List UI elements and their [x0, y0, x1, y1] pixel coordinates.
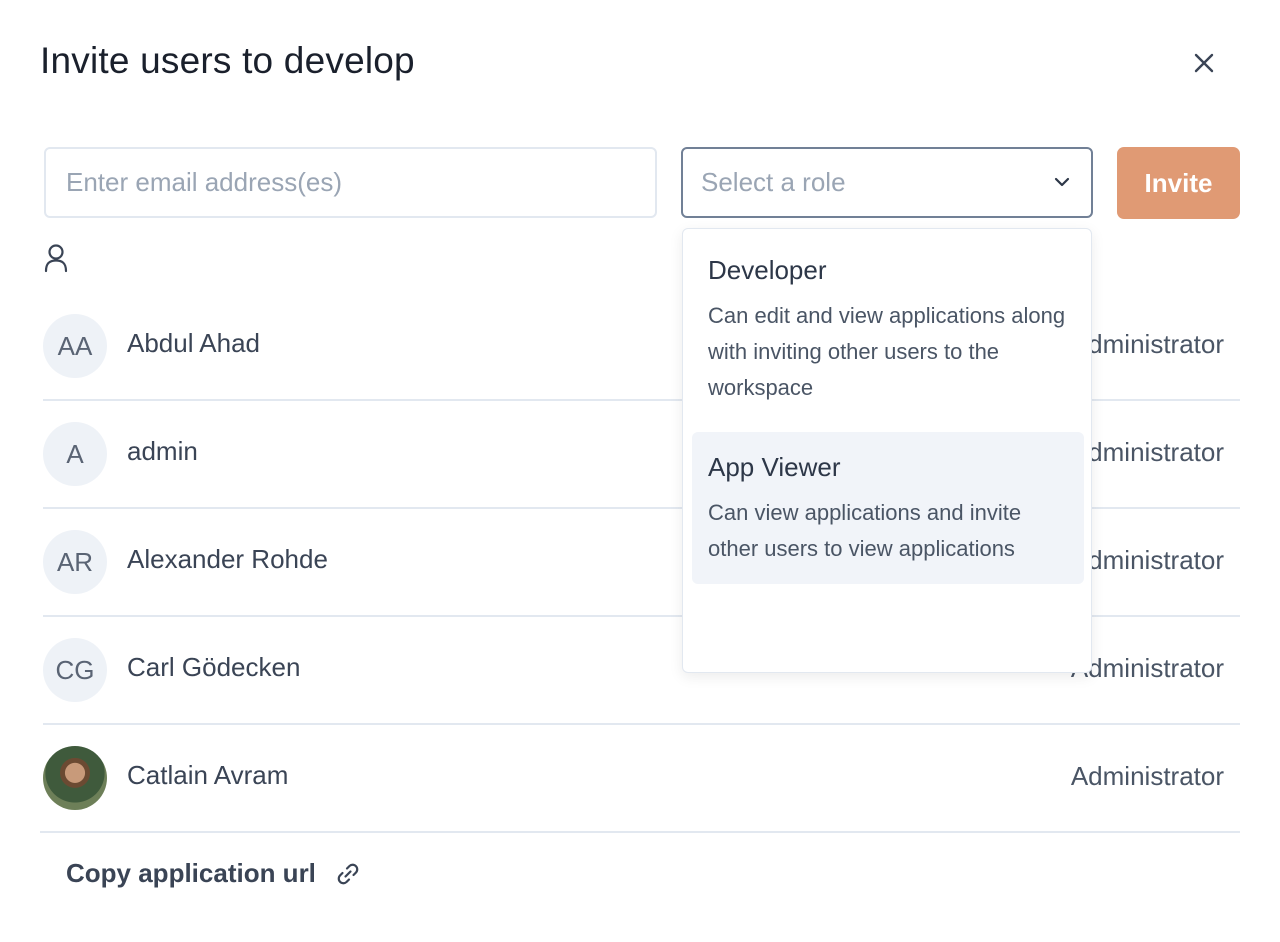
user-name: Alexander Rohde: [127, 544, 328, 574]
role-option-description: Can view applications and invite other u…: [708, 500, 1022, 561]
role-select-placeholder: Select a role: [701, 167, 846, 197]
role-option-app-viewer[interactable]: App Viewer Can view applications and inv…: [692, 432, 1084, 584]
dialog-title: Invite users to develop: [40, 40, 415, 81]
avatar-photo: [43, 746, 107, 810]
user-role: Administrator: [1070, 437, 1224, 467]
role-option-title: App Viewer: [708, 452, 841, 482]
user-name: Abdul Ahad: [127, 328, 261, 358]
role-option-description: Can edit and view applications along wit…: [708, 303, 1066, 400]
close-button[interactable]: [1188, 47, 1220, 79]
chevron-down-icon: [1054, 177, 1070, 187]
user-name: Catlain Avram: [127, 760, 289, 790]
link-icon: [337, 863, 359, 884]
invite-users-dialog: Invite users to develop Select a role In…: [0, 0, 1280, 942]
role-option-title: Developer: [708, 255, 827, 285]
copy-application-url-button[interactable]: Copy application url: [66, 858, 362, 889]
user-row: Catlain Avram Administrator: [40, 725, 1240, 833]
user-role: Administrator: [1070, 761, 1224, 791]
user-name: admin: [127, 436, 198, 466]
close-icon[interactable]: [1194, 53, 1214, 73]
user-name: Carl Gödecken: [127, 652, 301, 682]
email-input[interactable]: [44, 147, 657, 218]
avatar: CG: [43, 638, 107, 702]
copy-url-label: Copy application url: [66, 858, 316, 888]
user-icon: [44, 244, 68, 273]
user-role: Administrator: [1070, 329, 1224, 359]
role-select[interactable]: Select a role: [681, 147, 1093, 218]
invite-button[interactable]: Invite: [1117, 147, 1240, 219]
role-option-developer[interactable]: Developer Can edit and view applications…: [692, 229, 1084, 419]
role-dropdown-menu: Developer Can edit and view applications…: [682, 228, 1092, 673]
avatar: AR: [43, 530, 107, 594]
user-role: Administrator: [1070, 545, 1224, 575]
avatar: AA: [43, 314, 107, 378]
user-role: Administrator: [1070, 653, 1224, 683]
avatar: A: [43, 422, 107, 486]
